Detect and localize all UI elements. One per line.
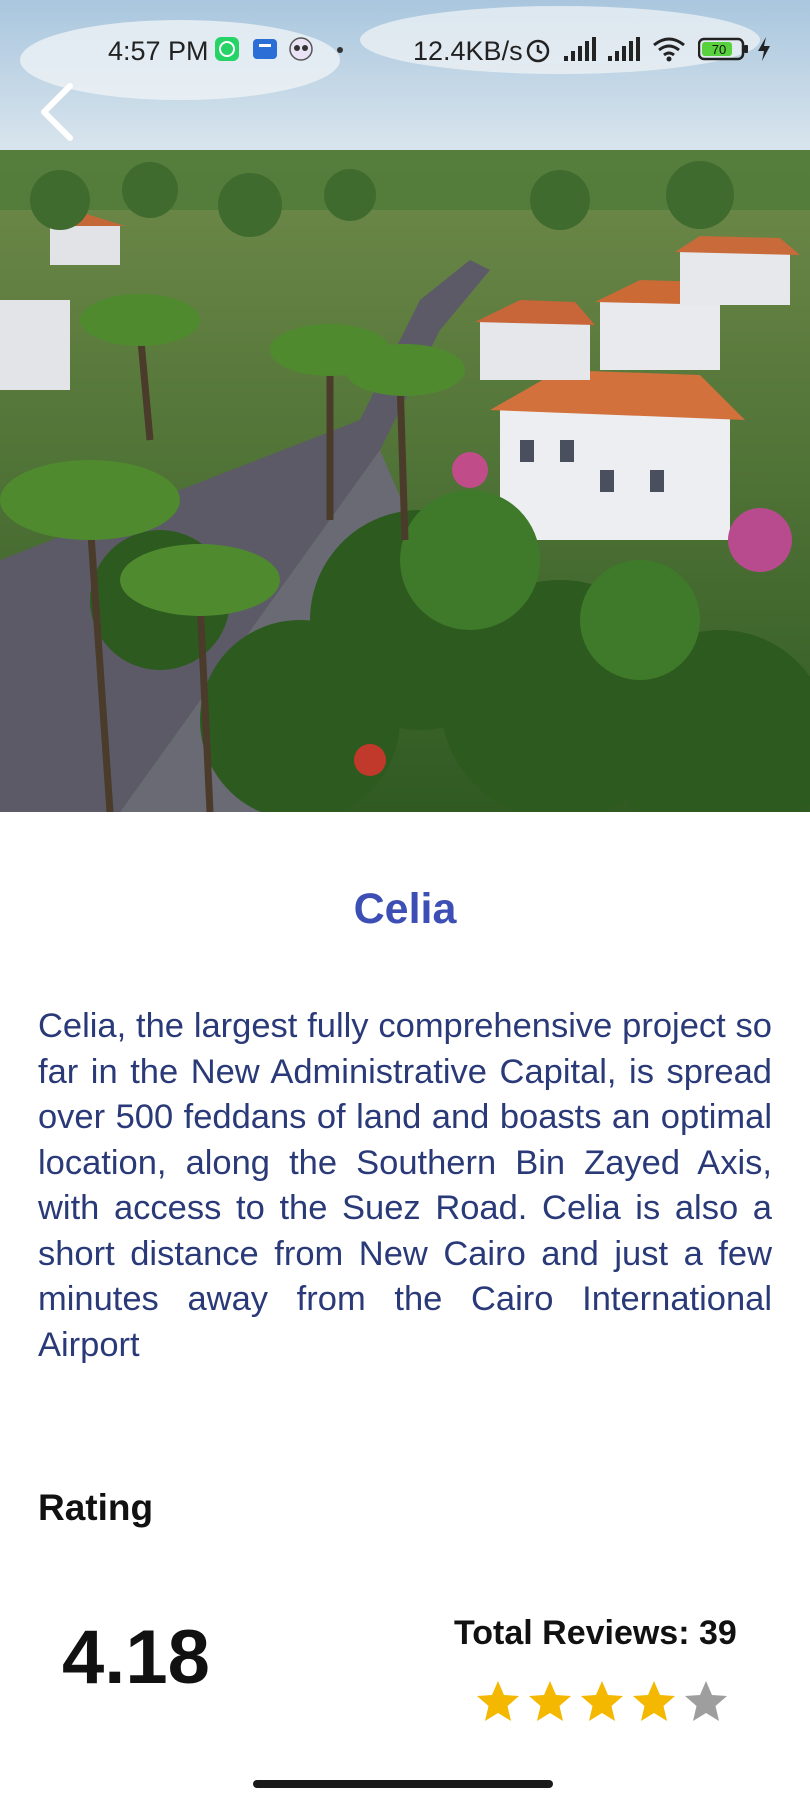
store-icon xyxy=(252,36,278,69)
signal-icon xyxy=(606,36,642,69)
total-reviews: Total Reviews: 39 xyxy=(454,1614,737,1652)
project-hero-image xyxy=(0,0,810,812)
status-bar: 4:57 PM 12.4KB/s 70 xyxy=(0,0,810,100)
status-time: 4:57 PM xyxy=(108,36,209,66)
battery-icon: 70 xyxy=(697,36,750,69)
signal-icon xyxy=(562,36,598,69)
wifi-icon xyxy=(652,36,686,69)
battery-level: 70 xyxy=(712,42,726,57)
back-button[interactable] xyxy=(30,72,90,144)
project-title: Celia xyxy=(353,885,457,933)
home-indicator[interactable] xyxy=(253,1780,553,1788)
star-empty-icon xyxy=(685,1681,727,1721)
star-filled-icon xyxy=(529,1681,571,1721)
charging-icon xyxy=(756,36,772,69)
star-filled-icon xyxy=(477,1681,519,1721)
project-description: Celia, the largest fully comprehensive p… xyxy=(38,1007,772,1364)
owl-app-icon xyxy=(288,36,314,69)
rating-heading: Rating xyxy=(38,1487,154,1528)
star-rating[interactable] xyxy=(474,1678,730,1726)
average-rating: 4.18 xyxy=(62,1615,210,1700)
network-speed: 12.4KB/s xyxy=(413,36,523,66)
star-filled-icon xyxy=(581,1681,623,1721)
alarm-icon xyxy=(524,36,552,71)
hero-illustration xyxy=(0,0,810,812)
chevron-left-icon xyxy=(41,83,73,141)
whatsapp-icon xyxy=(214,36,240,69)
dot-icon xyxy=(336,36,344,69)
star-filled-icon xyxy=(633,1681,675,1721)
